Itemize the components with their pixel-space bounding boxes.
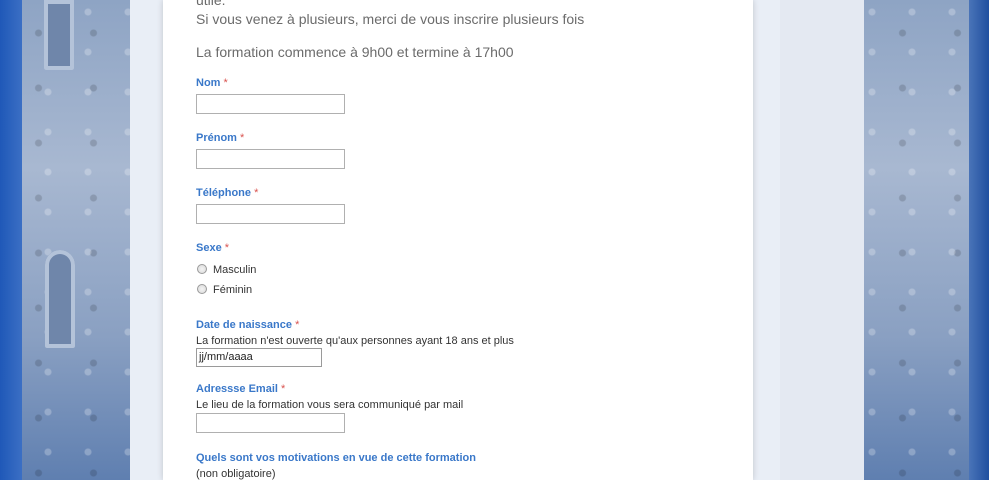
- radio-button[interactable]: [197, 284, 207, 294]
- stone-window-decoration: [44, 0, 74, 70]
- required-mark: *: [224, 242, 230, 254]
- nom-label: Nom *: [196, 77, 228, 89]
- required-mark: *: [223, 77, 228, 89]
- radio-option-masculin[interactable]: Masculin: [197, 264, 256, 276]
- telephone-field[interactable]: [196, 204, 345, 224]
- intro-schedule: La formation commence à 9h00 et termine …: [196, 44, 514, 60]
- intro-text: utile.: [196, 0, 226, 8]
- email-hint: Le lieu de la formation vous sera commun…: [196, 399, 464, 411]
- date-naissance-label: Date de naissance *: [196, 319, 300, 331]
- page-gutter-right: [780, 0, 864, 480]
- prenom-label: Prénom *: [196, 132, 245, 144]
- email-label: Adressse Email *: [196, 383, 286, 395]
- required-mark: *: [295, 319, 300, 331]
- motivations-hint: (non obligatoire): [196, 468, 276, 480]
- prenom-field[interactable]: [196, 149, 345, 169]
- motivations-label: Quels sont vos motivations en vue de cet…: [196, 452, 476, 464]
- radio-button[interactable]: [197, 264, 207, 274]
- radio-option-feminin[interactable]: Féminin: [197, 284, 252, 296]
- nom-field[interactable]: [196, 94, 345, 114]
- required-mark: *: [254, 187, 259, 199]
- background-right: [864, 0, 989, 480]
- date-naissance-hint: La formation n'est ouverte qu'aux person…: [196, 335, 514, 347]
- telephone-label: Téléphone *: [196, 187, 259, 199]
- intro-text: Si vous venez à plusieurs, merci de vous…: [196, 11, 585, 27]
- required-mark: *: [240, 132, 245, 144]
- sexe-label: Sexe *: [196, 242, 230, 254]
- stone-window-decoration: [45, 250, 75, 348]
- background-left: [0, 0, 130, 480]
- date-naissance-field[interactable]: jj/mm/aaaa: [196, 348, 322, 367]
- email-field[interactable]: [196, 413, 345, 433]
- required-mark: *: [281, 383, 286, 395]
